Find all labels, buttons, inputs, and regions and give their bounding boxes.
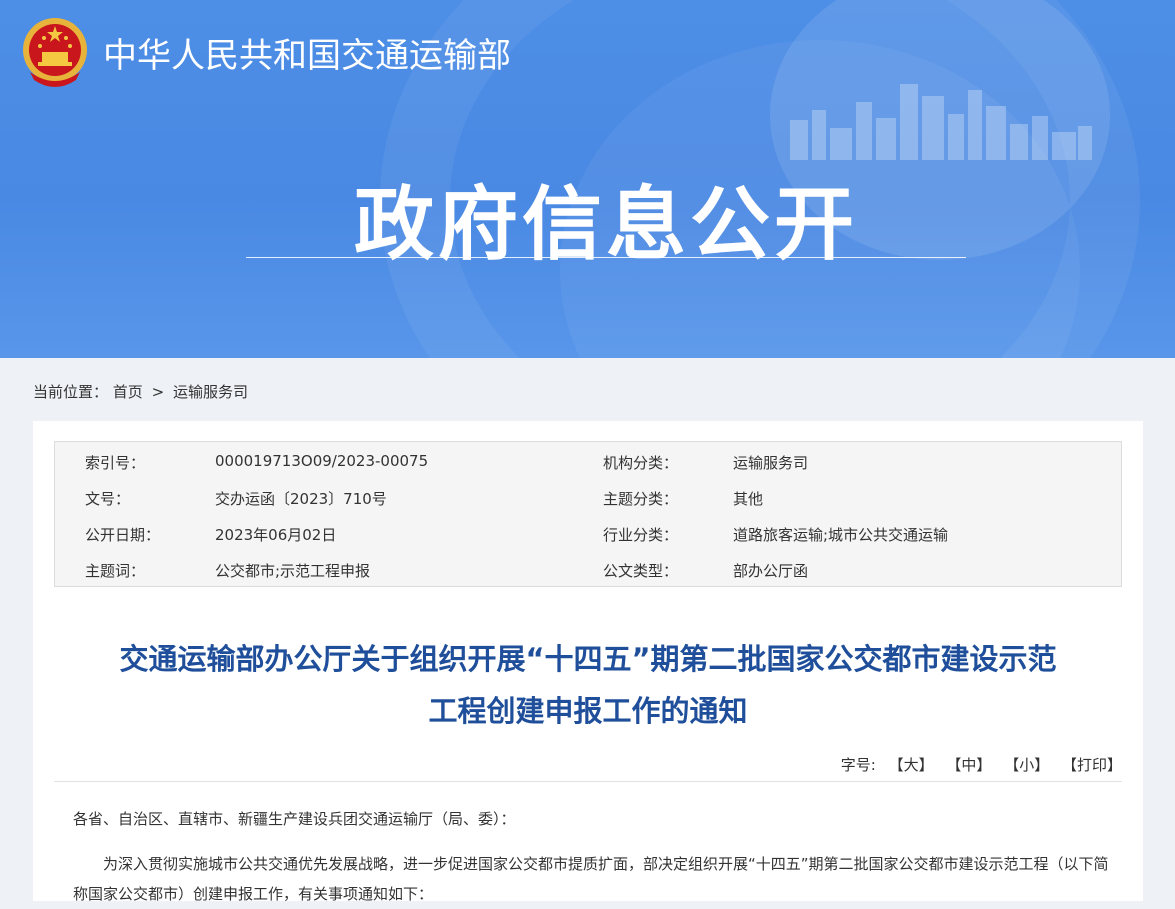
content-divider xyxy=(54,781,1122,782)
industry-category-label: 行业分类： xyxy=(603,526,679,544)
document-title-line1: 交通运输部办公厅关于组织开展“十四五”期第二批国家公交都市建设示范 xyxy=(119,642,1057,676)
font-medium-button[interactable]: 【中】 xyxy=(946,756,991,774)
salutation: 各省、自治区、直辖市、新疆生产建设兵团交通运输厅（局、委）： xyxy=(73,810,516,828)
publish-date-value: 2023年06月02日 xyxy=(215,526,337,544)
content-panel: 索引号： 000019713O09/2023-00075 机构分类： 运输服务司… xyxy=(33,421,1143,903)
agency-category-label: 机构分类： xyxy=(603,454,679,472)
topic-category-value: 其他 xyxy=(733,490,764,508)
keywords-label: 主题词： xyxy=(85,562,146,580)
doc-type-value: 部办公厅函 xyxy=(733,562,809,580)
document-title: 交通运输部办公厅关于组织开展“十四五”期第二批国家公交都市建设示范 工程创建申报… xyxy=(33,633,1143,737)
metadata-row: 索引号： 000019713O09/2023-00075 机构分类： 运输服务司 xyxy=(55,442,1121,478)
metadata-row: 公开日期： 2023年06月02日 行业分类： 道路旅客运输;城市公共交通运输 xyxy=(55,514,1121,550)
font-size-toolbar: 字号: 【大】 【中】 【小】 【打印】 xyxy=(841,754,1122,775)
topic-category-label: 主题分类： xyxy=(603,490,679,508)
index-number-label: 索引号： xyxy=(85,454,146,472)
breadcrumb: 当前位置： 首页 > 运输服务司 xyxy=(33,381,248,402)
print-button[interactable]: 【打印】 xyxy=(1062,756,1122,774)
site-title[interactable]: 中华人民共和国交通运输部 xyxy=(103,28,511,77)
breadcrumb-label: 当前位置： xyxy=(33,383,109,401)
breadcrumb-home-link[interactable]: 首页 xyxy=(113,383,143,401)
breadcrumb-current-link[interactable]: 运输服务司 xyxy=(173,383,248,401)
doc-number-label: 文号： xyxy=(85,490,131,508)
metadata-row: 文号： 交办运函〔2023〕710号 主题分类： 其他 xyxy=(55,478,1121,514)
keywords-value: 公交都市;示范工程申报 xyxy=(215,562,371,580)
font-size-label: 字号: xyxy=(840,756,876,774)
document-title-line2: 工程创建申报工作的通知 xyxy=(428,694,748,728)
banner-title: 政府信息公开 xyxy=(354,178,858,271)
body-paragraph: 为深入贯彻实施城市公共交通优先发展战略，进一步促进国家公交都市提质扩面，部决定组… xyxy=(73,855,1109,903)
agency-category-value: 运输服务司 xyxy=(733,454,809,472)
breadcrumb-separator: > xyxy=(151,383,165,401)
publish-date-label: 公开日期： xyxy=(85,526,161,544)
banner-title-rule xyxy=(246,257,966,258)
metadata-table: 索引号： 000019713O09/2023-00075 机构分类： 运输服务司… xyxy=(54,441,1122,587)
index-number-value: 000019713O09/2023-00075 xyxy=(215,452,429,470)
header-banner: 中华人民共和国交通运输部 政府信息公开 xyxy=(0,0,1175,358)
font-small-button[interactable]: 【小】 xyxy=(1004,756,1049,774)
doc-number-value: 交办运函〔2023〕710号 xyxy=(215,490,387,508)
doc-type-label: 公文类型： xyxy=(603,562,679,580)
national-emblem-icon xyxy=(23,18,87,87)
metadata-row: 主题词： 公交都市;示范工程申报 公文类型： 部办公厅函 xyxy=(55,550,1121,586)
industry-category-value: 道路旅客运输;城市公共交通运输 xyxy=(733,526,949,544)
font-large-button[interactable]: 【大】 xyxy=(889,756,934,774)
city-skyline-icon xyxy=(790,84,1092,160)
